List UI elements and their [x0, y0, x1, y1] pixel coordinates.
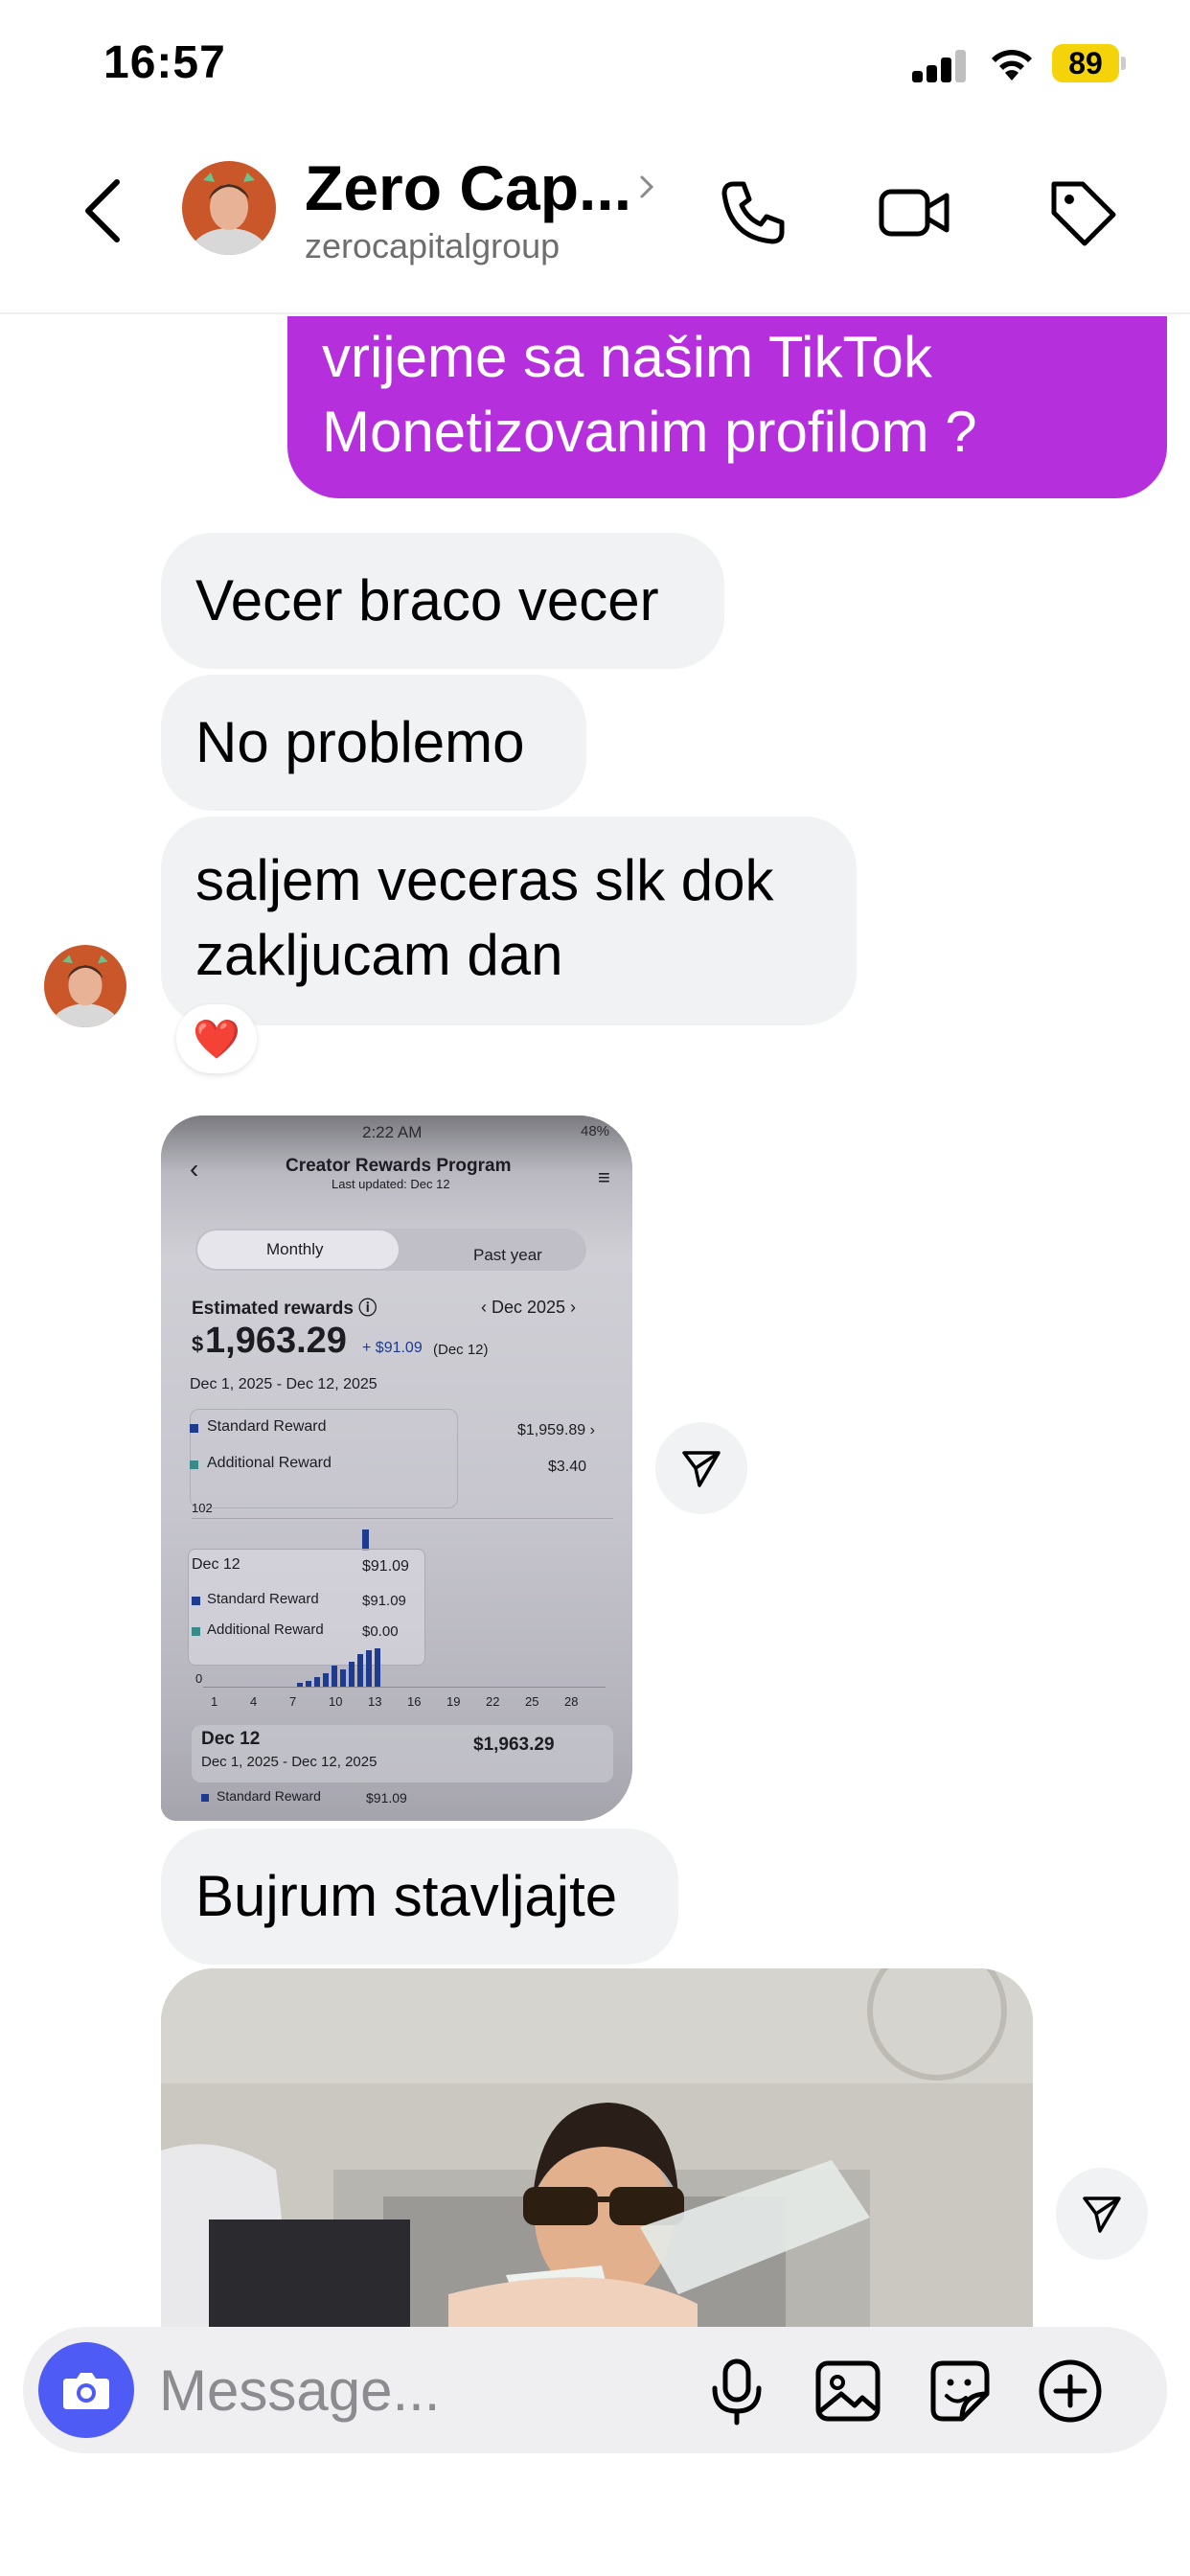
message-composer	[23, 2327, 1167, 2453]
shot-delta-date: (Dec 12)	[433, 1342, 489, 1358]
shot-bar	[357, 1654, 363, 1687]
shot-title: Creator Rewards Program	[286, 1156, 512, 1176]
shot-standard-label: Standard Reward	[207, 1418, 327, 1435]
status-bar: 16:57 89	[0, 0, 1190, 134]
video-thumbnail	[161, 1968, 1033, 2333]
shot-x-tick: 19	[446, 1694, 461, 1709]
shot-footer-range: Dec 1, 2025 - Dec 12, 2025	[201, 1754, 378, 1770]
shot-bar	[314, 1677, 320, 1687]
shot-footer-std-value: $91.09	[366, 1790, 407, 1806]
video-call-icon[interactable]	[876, 174, 952, 251]
chat-header: Zero Cap... zerocapitalgroup	[0, 134, 1190, 314]
shot-currency: $	[192, 1332, 204, 1356]
shot-time: 2:22 AM	[362, 1123, 423, 1141]
shot-tooltip-std-value: $91.09	[362, 1593, 406, 1609]
signal-icon	[912, 50, 968, 82]
avatar[interactable]	[182, 161, 276, 255]
contact-handle: zerocapitalgroup	[305, 226, 561, 265]
shot-updated: Last updated: Dec 12	[332, 1177, 450, 1191]
shot-back: ‹	[190, 1154, 199, 1184]
shot-battery: 48%	[581, 1123, 610, 1139]
shot-axis-zero: 0	[195, 1671, 203, 1686]
message-text: Bujrum stavljajte	[195, 1864, 618, 1928]
shot-footer-total: $1,963.29	[473, 1735, 555, 1755]
outgoing-line: Monetizovanim profilom ?	[322, 400, 977, 464]
share-button[interactable]	[655, 1422, 747, 1514]
shot-tooltip-add-label: Additional Reward	[207, 1622, 324, 1638]
shot-x-tick: 1	[211, 1694, 218, 1709]
chevron-right-icon[interactable]	[636, 163, 659, 211]
shot-x-tick: 22	[486, 1694, 500, 1709]
shot-month: ‹ Dec 2025 ›	[481, 1298, 577, 1317]
shot-footer-date: Dec 12	[201, 1729, 261, 1749]
outgoing-line: vrijeme sa našim TikTok	[322, 325, 932, 389]
shot-tooltip-add-value: $0.00	[362, 1623, 399, 1640]
shot-range: Dec 1, 2025 - Dec 12, 2025	[190, 1376, 378, 1392]
microphone-icon[interactable]	[701, 2356, 772, 2426]
message-text: zakljucam dan	[195, 923, 563, 987]
shot-x-tick: 7	[289, 1694, 297, 1709]
shot-tab-past-year: Past year	[473, 1246, 542, 1264]
incoming-message[interactable]: Bujrum stavljajte	[161, 1828, 678, 1965]
shot-menu: ≡	[598, 1165, 610, 1189]
contact-name[interactable]: Zero Cap...	[305, 151, 631, 224]
shot-tooltip-date: Dec 12	[192, 1556, 240, 1573]
shot-bar	[297, 1683, 303, 1687]
message-text: saljem veceras slk dok	[195, 848, 774, 912]
wifi-icon	[992, 50, 1032, 80]
video-message[interactable]	[161, 1968, 1033, 2333]
shot-tooltip-std-label: Standard Reward	[207, 1591, 319, 1607]
shot-est-label: Estimated rewards ⓘ	[192, 1299, 378, 1319]
camera-button[interactable]	[38, 2342, 134, 2438]
shot-delta: + $91.09	[362, 1340, 423, 1356]
shot-bar	[306, 1681, 311, 1687]
shot-x-tick: 13	[368, 1694, 382, 1709]
message-text: No problemo	[195, 710, 525, 774]
shot-tab-monthly: Monthly	[266, 1240, 324, 1258]
shot-tooltip-total: $91.09	[362, 1558, 409, 1575]
phone-icon[interactable]	[715, 174, 791, 251]
shot-bar	[323, 1673, 329, 1687]
shot-x-tick: 10	[329, 1694, 343, 1709]
plus-icon[interactable]	[1035, 2356, 1106, 2426]
incoming-message[interactable]: Vecer braco vecer	[161, 533, 724, 669]
back-icon[interactable]	[75, 172, 132, 249]
share-icon	[1083, 2196, 1121, 2233]
outgoing-message[interactable]: vrijeme sa našim TikTok Monetizovanim pr…	[287, 316, 1167, 498]
shot-additional-label: Additional Reward	[207, 1455, 332, 1471]
share-icon	[682, 1451, 721, 1487]
tag-icon[interactable]	[1044, 174, 1121, 251]
shot-bar	[366, 1650, 372, 1687]
shot-standard-value: $1,959.89 ›	[517, 1422, 595, 1438]
shot-bar	[375, 1648, 380, 1687]
shot-bar	[332, 1666, 337, 1687]
shot-footer-std-label: Standard Reward	[217, 1788, 321, 1804]
image-message[interactable]: 2:22 AM 48% ‹ Creator Rewards Program La…	[161, 1116, 632, 1821]
message-input[interactable]	[159, 2346, 696, 2434]
heart-icon: ❤️	[193, 1018, 240, 1061]
message-text: Vecer braco vecer	[195, 568, 659, 632]
camera-icon	[63, 2373, 109, 2409]
heart-reaction[interactable]: ❤️	[176, 1004, 257, 1073]
shot-bar	[349, 1662, 355, 1687]
share-button[interactable]	[1056, 2168, 1148, 2260]
shot-x-tick: 16	[407, 1694, 422, 1709]
shot-x-tick: 28	[564, 1694, 579, 1709]
status-time: 16:57	[103, 37, 226, 88]
shot-axis-top: 102	[192, 1501, 213, 1515]
incoming-message[interactable]: saljem veceras slk dok zakljucam dan	[161, 816, 857, 1025]
sender-avatar[interactable]	[44, 945, 126, 1027]
shot-x-tick: 4	[250, 1694, 258, 1709]
shot-total: 1,963.29	[205, 1321, 347, 1361]
shot-bar	[340, 1669, 346, 1687]
incoming-message[interactable]: No problemo	[161, 675, 586, 811]
battery-indicator: 89	[1052, 44, 1126, 82]
shot-additional-value: $3.40	[548, 1459, 587, 1475]
sticker-icon[interactable]	[924, 2356, 995, 2426]
shot-x-tick: 25	[525, 1694, 539, 1709]
gallery-icon[interactable]	[812, 2356, 883, 2426]
